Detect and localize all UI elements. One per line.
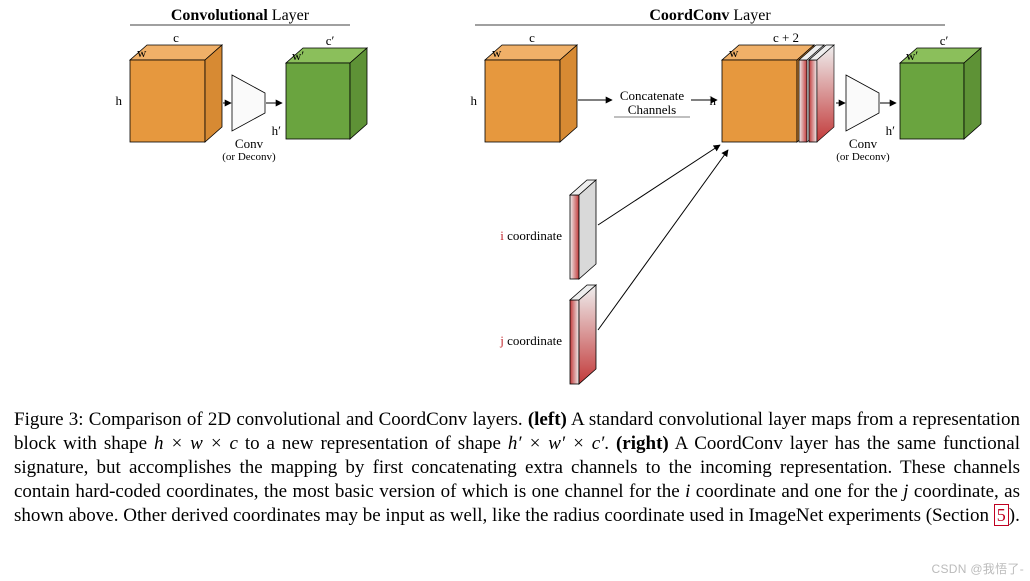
caption-shape-out: h′ × w′ × c′ [508,433,604,454]
conv-out-w: w′ [292,48,304,63]
coordconv-input-block: c w h [471,30,578,142]
figure-caption: Figure 3: Comparison of 2D convolutional… [14,408,1020,528]
j-coord-slab: j coordinate [499,285,596,384]
cc-mid-c: c + 2 [773,30,799,45]
arrow-j-coord [598,150,728,330]
i-coord-slab: i coordinate [500,180,596,279]
caption-shape-in: h × w × c [154,433,238,454]
coordconv-title: CoordConv Layer [649,7,771,24]
cc-in-h: h [471,93,478,108]
conv-op-label: Conv [235,136,264,151]
cc-out-c: c′ [940,33,949,48]
concat-label: Concatenate Channels [614,88,690,117]
cc-op-label: Conv [849,136,878,151]
diagram-area: Convolutional Layer c w h Conv (or Decon… [0,0,1030,400]
i-coord-label: i coordinate [500,228,562,243]
page: Convolutional Layer c w h Conv (or Decon… [0,0,1030,581]
conv-in-h: h [116,93,123,108]
conv-out-h: h′ [272,123,282,138]
conv-layer-group: Convolutional Layer c w h Conv (or Decon… [116,7,368,163]
conv-title: Convolutional Layer [171,7,310,24]
diagram-svg: Convolutional Layer c w h Conv (or Decon… [0,0,1030,400]
conv-out-c: c′ [326,33,335,48]
cc-in-c: c [529,30,535,45]
arrow-i-coord [598,145,720,225]
concat-line2: Channels [628,102,676,117]
cc-mid-h: h [710,93,717,108]
caption-left-bold: (left) [528,409,567,430]
cc-out-h: h′ [886,123,896,138]
cc-out-w: w′ [906,48,918,63]
watermark: CSDN @我悟了- [931,560,1024,577]
j-coord-label: j coordinate [499,333,562,348]
conv-input-block: c w h [116,30,223,142]
coordconv-layer-group: CoordConv Layer c w h Concatenate Channe… [471,7,982,384]
cc-op-sub: (or Deconv) [836,151,890,163]
caption-right-bold: (right) [616,433,669,454]
conv-in-w: w [137,45,147,60]
coordconv-mid-block: c + 2 w h [710,30,835,142]
coordconv-output-block: c′ w′ h′ [886,33,981,139]
caption-right-2: coordinate and one for the [690,481,903,502]
concat-line1: Concatenate [620,88,684,103]
caption-right-4: ). [1009,505,1020,526]
conv-op: Conv (or Deconv) [222,75,276,163]
conv-in-c: c [173,30,179,45]
caption-fig: Figure 3: Comparison of 2D convolutional… [14,409,528,430]
coordconv-op: Conv (or Deconv) [836,75,890,163]
section-link[interactable]: 5 [994,504,1009,526]
conv-op-sub: (or Deconv) [222,151,276,163]
cc-in-w: w [492,45,502,60]
cc-mid-w: w [729,45,739,60]
conv-output-block: c′ w′ h′ [272,33,367,139]
caption-left-2: to a new representation of shape [238,433,508,454]
caption-left-3: . [604,433,616,454]
